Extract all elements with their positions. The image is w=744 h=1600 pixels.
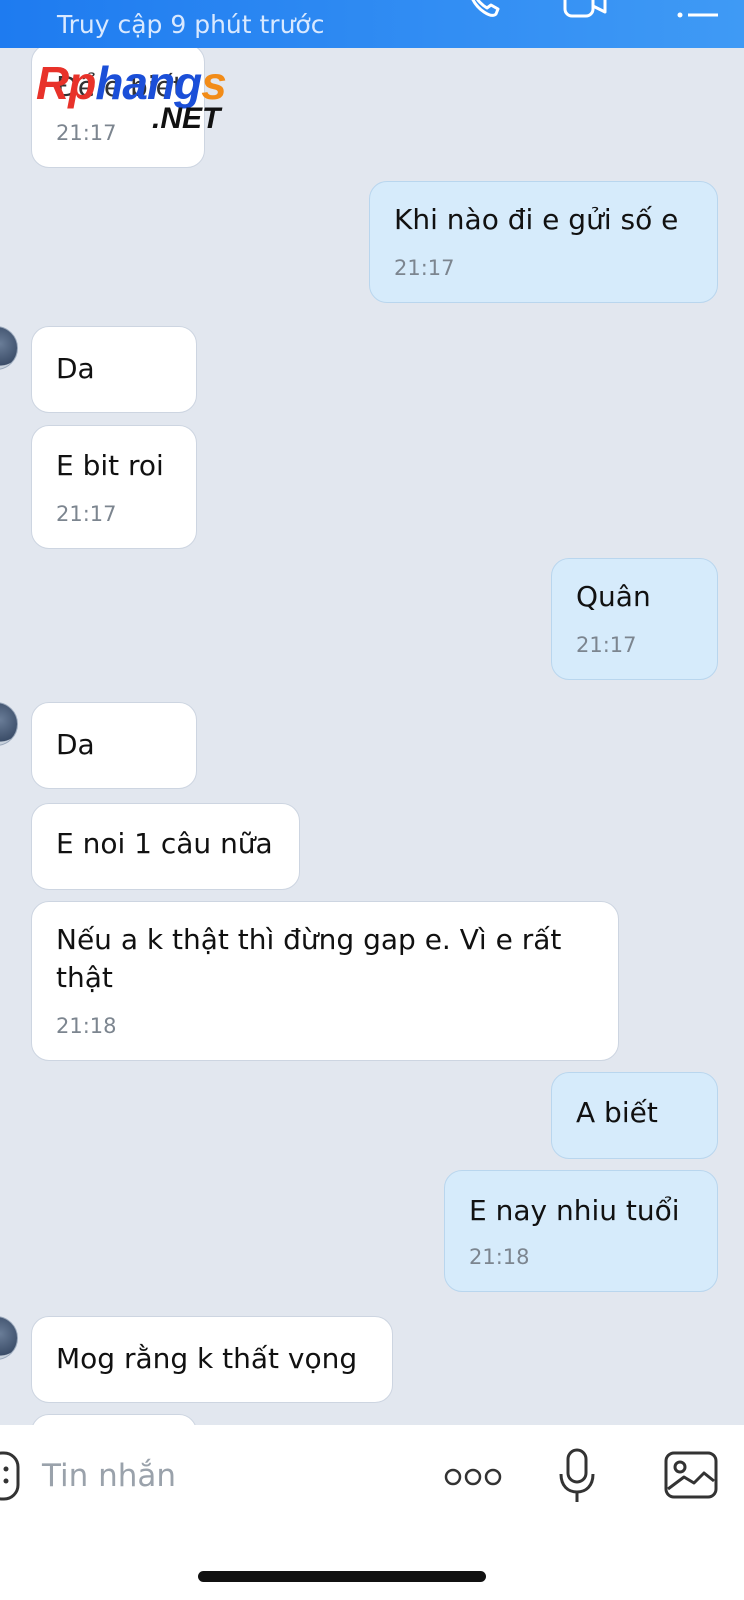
- message-time: 21:17: [56, 502, 117, 526]
- message-text: Da: [56, 352, 95, 385]
- watermark-net: .NET: [152, 102, 221, 135]
- message-bubble-outgoing[interactable]: E nay nhiu tuổi 21:18: [444, 1170, 718, 1292]
- more-icon[interactable]: [444, 1467, 502, 1487]
- message-text: Quân: [576, 580, 651, 613]
- watermark-part1: Rp: [36, 57, 96, 109]
- message-text: Nếu a k thật thì đừng gap e. Vì e rất: [56, 923, 562, 956]
- message-text: E noi 1 câu nữa: [56, 827, 273, 860]
- message-text: Khi nào đi e gửi số e: [394, 203, 679, 236]
- message-bubble-incoming[interactable]: E bit roi 21:17: [31, 425, 197, 549]
- message-time: 21:18: [469, 1245, 530, 1269]
- contact-avatar[interactable]: [0, 326, 18, 370]
- message-bubble-incoming[interactable]: Da: [31, 702, 197, 789]
- phone-icon[interactable]: [462, 0, 502, 22]
- message-bubble-incoming[interactable]: E noi 1 câu nữa: [31, 803, 300, 890]
- message-list[interactable]: Để e biết 21:17 Khi nào đi e gửi số e 21…: [0, 48, 744, 1425]
- message-input[interactable]: Tin nhắn: [42, 1458, 176, 1494]
- message-time: 21:17: [576, 633, 637, 657]
- message-bubble-incoming[interactable]: Da: [31, 326, 197, 413]
- message-text-line2: thật: [56, 961, 113, 994]
- sticker-icon[interactable]: [0, 1451, 22, 1501]
- chat-header: Truy cập 9 phút trước: [0, 0, 744, 48]
- video-icon[interactable]: [563, 0, 607, 22]
- message-text: E nay nhiu tuổi: [469, 1194, 680, 1227]
- message-text: Da: [56, 728, 95, 761]
- watermark-logo: Rphangs .NET: [36, 58, 266, 138]
- message-bubble-incoming[interactable]: Mog rằng k thất vọng: [31, 1316, 393, 1403]
- message-time: 21:17: [394, 256, 455, 280]
- message-text: E bit roi: [56, 449, 164, 482]
- message-time: 21:18: [56, 1014, 117, 1038]
- image-icon[interactable]: [664, 1451, 718, 1499]
- message-bubble-outgoing[interactable]: Khi nào đi e gửi số e 21:17: [369, 181, 718, 303]
- contact-avatar[interactable]: [0, 702, 18, 746]
- microphone-icon[interactable]: [558, 1448, 596, 1504]
- message-bubble-incoming[interactable]: Nếu a k thật thì đừng gap e. Vì e rất th…: [31, 901, 619, 1061]
- message-bubble-outgoing[interactable]: Quân 21:17: [551, 558, 718, 680]
- message-text: A biết: [576, 1096, 658, 1129]
- last-seen-status: Truy cập 9 phút trước: [57, 10, 325, 39]
- message-bubble-outgoing[interactable]: A biết: [551, 1072, 718, 1159]
- menu-icon[interactable]: [676, 0, 720, 22]
- home-indicator[interactable]: [198, 1571, 486, 1582]
- message-text: Mog rằng k thất vọng: [56, 1342, 358, 1375]
- contact-avatar[interactable]: [0, 1316, 18, 1360]
- message-bubble-incoming-partial[interactable]: [31, 1414, 197, 1425]
